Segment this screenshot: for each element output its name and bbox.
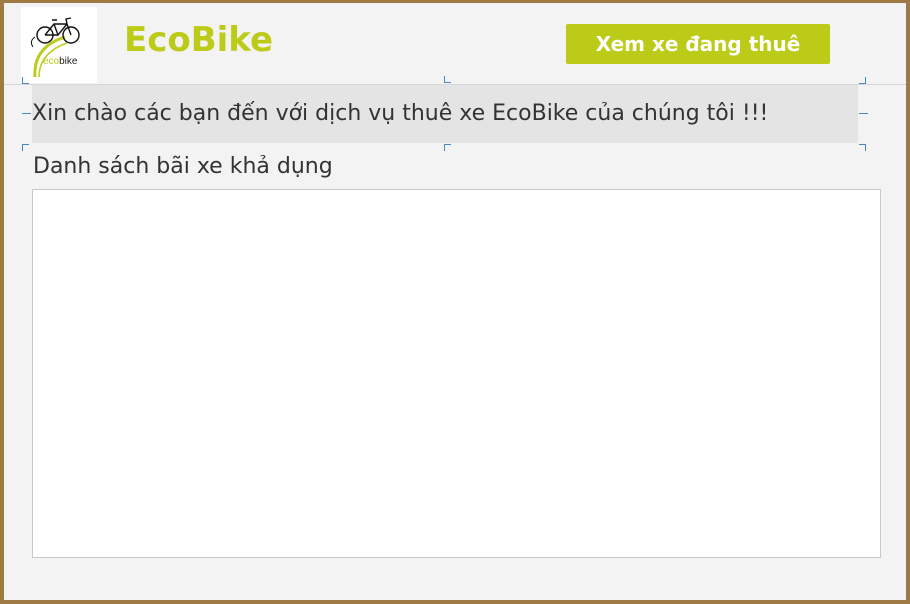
welcome-message: Xin chào các bạn đến với dịch vụ thuê xe…	[32, 101, 769, 126]
ecobike-logo: ecobike	[21, 7, 97, 83]
station-list[interactable]	[32, 189, 881, 558]
selection-handle-top-left	[22, 77, 29, 84]
welcome-banner: Xin chào các bạn đến với dịch vụ thuê xe…	[32, 85, 858, 143]
selection-handle-middle-right	[859, 113, 868, 114]
logo-text-eco: eco	[43, 56, 60, 67]
station-list-label: Danh sách bãi xe khả dụng	[33, 154, 333, 179]
logo-text-bike: bike	[59, 56, 78, 67]
svg-text:ecobike: ecobike	[43, 56, 78, 67]
app-window: ecobike EcoBike Xem xe đang thuê Xin chà…	[4, 3, 906, 600]
selection-handle-bottom-right	[859, 144, 866, 151]
selection-handle-middle-left	[22, 113, 31, 114]
app-title: EcoBike	[124, 20, 274, 60]
selection-handle-top-center	[444, 76, 451, 83]
selection-handle-top-right	[859, 77, 866, 84]
bicycle-icon: ecobike	[30, 17, 80, 78]
selection-handle-bottom-left	[22, 144, 29, 151]
selection-handle-bottom-center	[444, 144, 451, 151]
view-rented-bikes-button[interactable]: Xem xe đang thuê	[566, 24, 830, 64]
